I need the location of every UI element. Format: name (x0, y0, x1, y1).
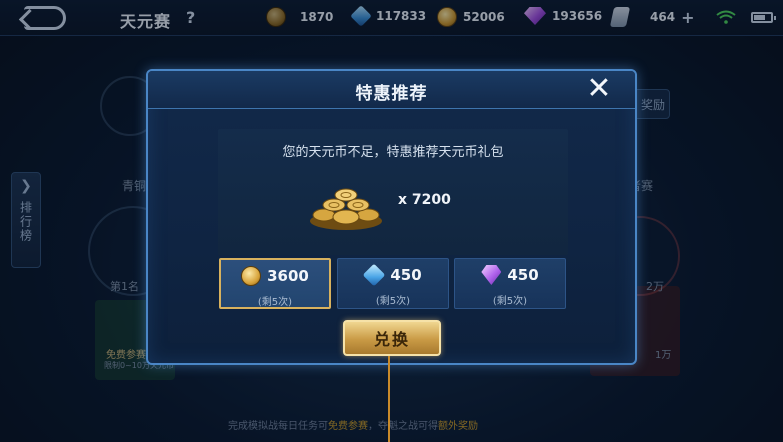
close-button[interactable]: ✕ (585, 74, 613, 104)
option-remaining: (剩5次) (375, 296, 411, 307)
exchange-button[interactable]: 兑换 (343, 320, 441, 356)
pointer-line (388, 356, 390, 442)
bundle-quantity: x 7200 (398, 192, 451, 208)
option-price: 3600 (267, 267, 309, 285)
price-option-gem[interactable]: 450 (剩5次) (454, 258, 566, 309)
option-price: 450 (390, 266, 422, 284)
option-remaining: (剩5次) (492, 296, 528, 307)
diamond-icon (363, 263, 386, 287)
price-option-gold[interactable]: 3600 (剩5次) (219, 258, 331, 309)
option-price: 450 (507, 266, 539, 284)
offer-panel: 您的天元币不足，特惠推荐天元币礼包 (218, 129, 568, 255)
special-offer-dialog: 特惠推荐 ✕ 您的天元币不足，特惠推荐天元币礼包 x 7200 3600 (剩5… (146, 69, 637, 365)
gold-coin-icon (241, 266, 262, 286)
offer-message: 您的天元币不足，特惠推荐天元币礼包 (282, 145, 504, 160)
dialog-header: 特惠推荐 ✕ (148, 71, 635, 109)
coin-pile-icon (310, 188, 382, 230)
price-option-diamond[interactable]: 450 (剩5次) (337, 258, 449, 309)
dialog-title: 特惠推荐 (355, 84, 428, 104)
option-remaining: (剩5次) (257, 297, 293, 308)
purple-gem-icon (481, 265, 502, 285)
